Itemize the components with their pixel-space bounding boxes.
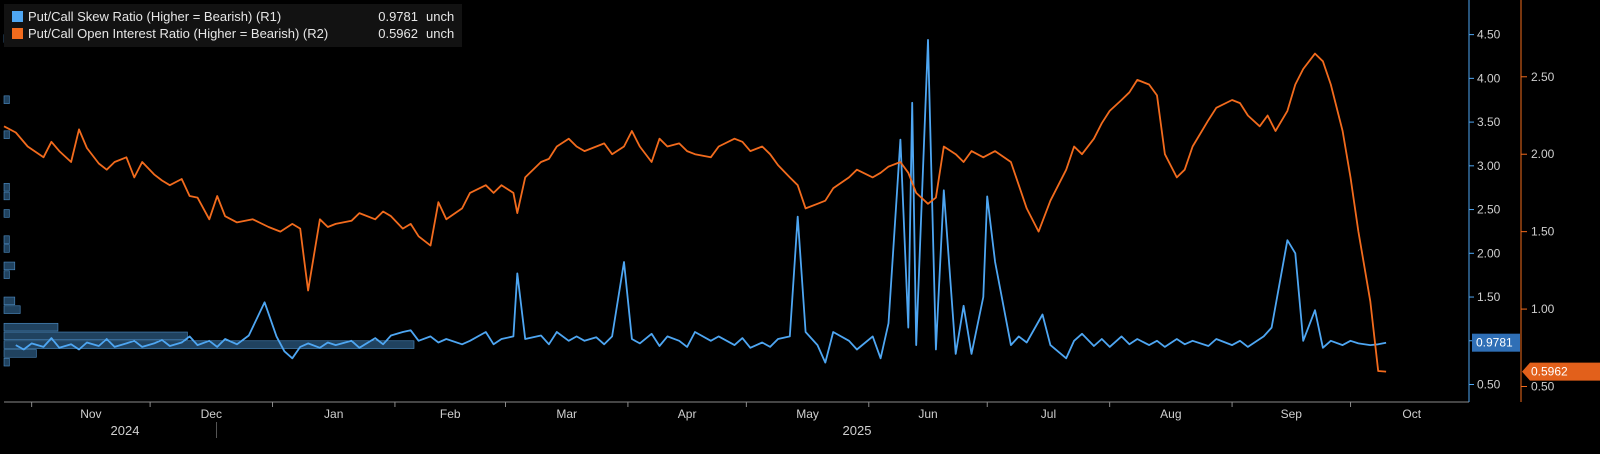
x-year-label: 2024: [111, 423, 140, 438]
y-tick-label-r1: 1.50: [1477, 290, 1501, 304]
x-tick-label: Nov: [80, 407, 101, 421]
y-tick-label-r2: 2.50: [1531, 70, 1555, 84]
y-tick-label-r2: 1.00: [1531, 302, 1555, 316]
legend-label: Put/Call Skew Ratio (Higher = Bearish) (…: [28, 9, 282, 24]
y-tick-label-r2: 0.50: [1531, 380, 1555, 394]
legend-value: 0.5962: [378, 26, 418, 41]
histogram-bar: [3, 331, 188, 341]
histogram-bar: [3, 270, 10, 279]
y-tick-label-r1: 4.50: [1477, 28, 1501, 42]
y-tick-label-r2: 2.00: [1531, 147, 1555, 161]
x-tick-label: Jan: [324, 407, 343, 421]
legend: Put/Call Skew Ratio (Higher = Bearish) (…: [4, 4, 463, 47]
histogram-bar: [3, 95, 10, 104]
x-tick-label: Apr: [678, 407, 697, 421]
y-tick-label-r2: 1.50: [1531, 225, 1555, 239]
last-value-label-open-interest: 0.5962: [1531, 365, 1568, 379]
histogram-bar: [3, 296, 16, 306]
histogram-bar: [3, 305, 21, 314]
histogram-bar: [3, 261, 16, 271]
legend-change: unch: [426, 9, 455, 24]
histogram-bar: [3, 357, 10, 367]
y-tick-label-r1: 4.00: [1477, 71, 1501, 85]
x-tick-label: Sep: [1281, 407, 1303, 421]
x-tick-label: Mar: [556, 407, 577, 421]
x-tick-label: Jun: [918, 407, 937, 421]
x-tick-label: Aug: [1160, 407, 1181, 421]
histogram-bar: [3, 191, 10, 201]
histogram-bar: [3, 349, 37, 358]
histogram-bar: [3, 183, 10, 192]
line-chart: Nov Dec Jan Feb Mar Apr May Jun Jul Aug Sep Oct 2024…: [0, 0, 1600, 454]
x-tick-label: May: [796, 407, 819, 421]
legend-label: Put/Call Open Interest Ratio (Higher = B…: [28, 26, 329, 41]
legend-value: 0.9781: [378, 9, 418, 24]
y-tick-label-r1: 2.50: [1477, 203, 1501, 217]
y-tick-label-r1: 3.00: [1477, 159, 1501, 173]
y-tick-label-r1: 3.50: [1477, 115, 1501, 129]
legend-swatch-skew: [12, 11, 23, 22]
legend-swatch-open-interest: [12, 28, 23, 39]
histogram-bar: [3, 209, 10, 218]
x-tick-label: Jul: [1041, 407, 1056, 421]
x-tick-label: Dec: [201, 407, 222, 421]
legend-change: unch: [426, 26, 455, 41]
histogram-bar: [3, 244, 10, 253]
chart-background: [0, 0, 1600, 454]
last-value-label-skew: 0.9781: [1476, 336, 1513, 350]
histogram-bar: [3, 235, 10, 244]
x-year-label: 2025: [843, 423, 872, 438]
legend-item-open-interest[interactable]: Put/Call Open Interest Ratio (Higher = B…: [12, 25, 454, 42]
y-tick-label-r1: 2.00: [1477, 246, 1501, 260]
x-tick-label: Oct: [1402, 407, 1421, 421]
y-tick-label-r1: 0.50: [1477, 378, 1501, 392]
legend-item-skew[interactable]: Put/Call Skew Ratio (Higher = Bearish) (…: [12, 8, 454, 25]
x-tick-label: Feb: [440, 407, 461, 421]
histogram-bar: [3, 130, 10, 139]
histogram-bar: [3, 322, 59, 332]
